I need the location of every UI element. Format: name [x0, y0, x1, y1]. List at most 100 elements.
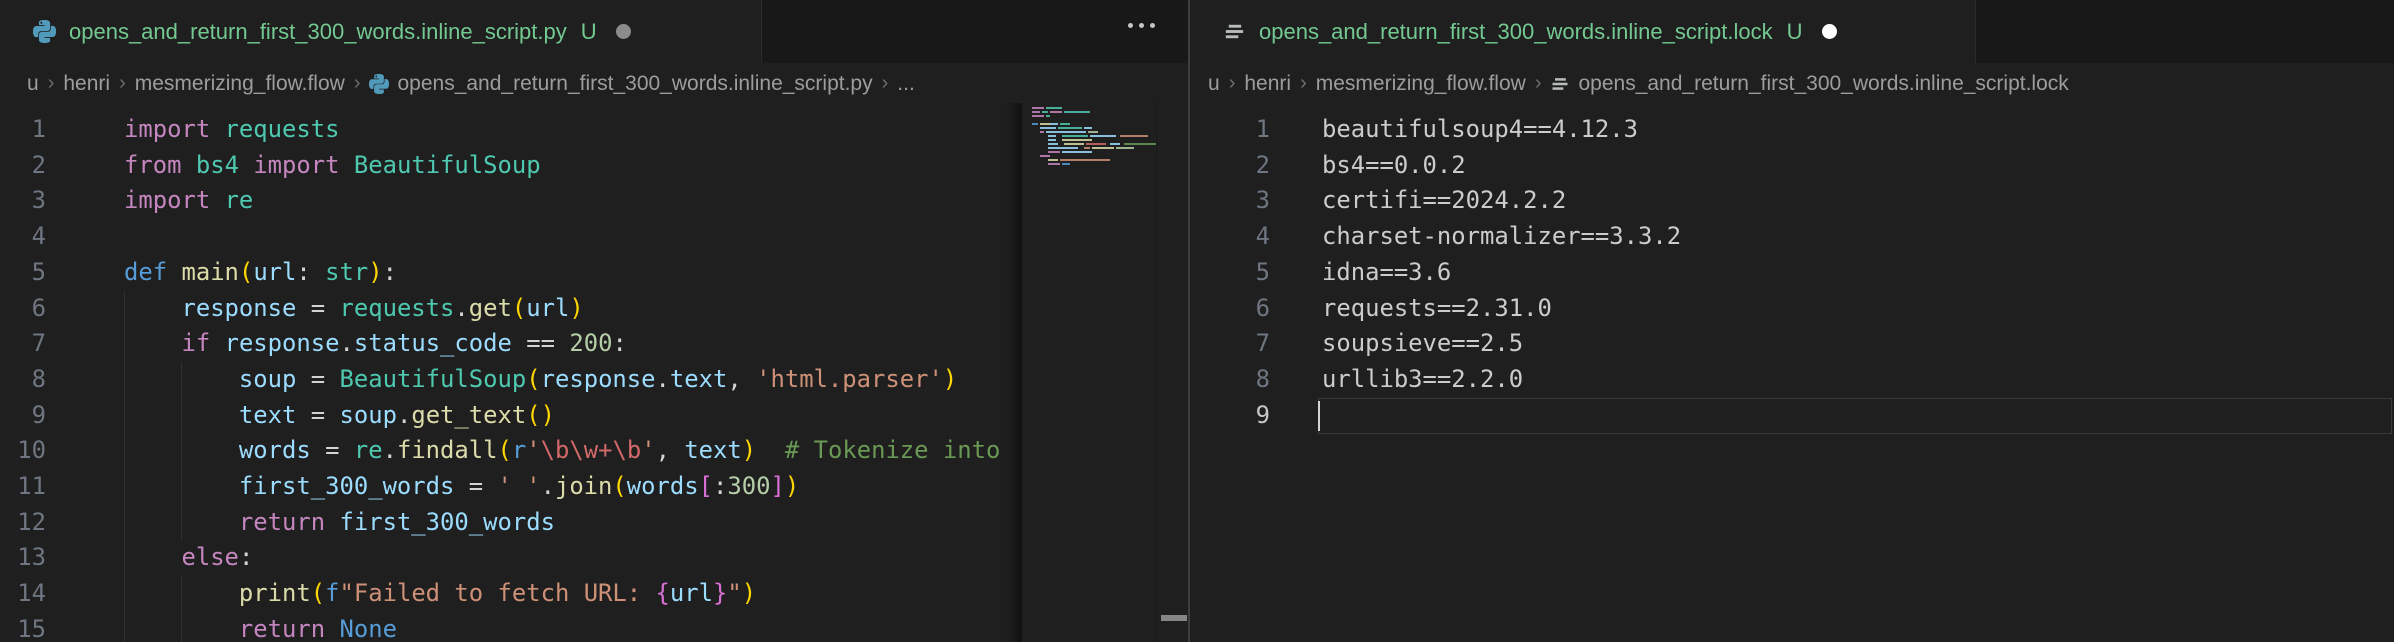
minimap-line: [1032, 123, 1156, 125]
code-line[interactable]: charset-normalizer==3.3.2: [1322, 219, 1681, 255]
code-line[interactable]: def main(url: str):: [124, 255, 1012, 291]
line-number[interactable]: 5: [1190, 255, 1270, 291]
line-number[interactable]: 3: [1190, 183, 1270, 219]
breadcrumb-item[interactable]: opens_and_return_first_300_words.inline_…: [1550, 72, 2068, 96]
code-line[interactable]: words = re.findall(r'\b\w+\b', text) # T…: [124, 433, 1012, 469]
line-number[interactable]: 15: [0, 612, 46, 642]
tab-bar-left: opens_and_return_first_300_words.inline_…: [0, 0, 1188, 63]
tab-bar-right: opens_and_return_first_300_words.inline_…: [1190, 0, 2394, 63]
minimap-shadow: [1006, 103, 1022, 642]
line-number[interactable]: 4: [1190, 219, 1270, 255]
code-line[interactable]: beautifulsoup4==4.12.3: [1322, 112, 1638, 148]
tab-label: opens_and_return_first_300_words.inline_…: [69, 19, 567, 45]
tab-python-file[interactable]: opens_and_return_first_300_words.inline_…: [0, 0, 762, 63]
code-line[interactable]: if response.status_code == 200:: [124, 326, 1012, 362]
line-number[interactable]: 13: [0, 540, 46, 576]
line-number[interactable]: 6: [0, 291, 46, 327]
minimap-line: [1032, 107, 1156, 109]
list-icon: [1550, 74, 1570, 94]
minimap-line: [1032, 131, 1156, 133]
breadcrumb-item[interactable]: mesmerizing_flow.flow: [1316, 72, 1526, 96]
code-line[interactable]: return first_300_words: [124, 505, 1012, 541]
code-line[interactable]: print(f"Failed to fetch URL: {url}"): [124, 576, 1012, 612]
line-number[interactable]: 14: [0, 576, 46, 612]
code-line[interactable]: import requests: [124, 112, 1012, 148]
line-number[interactable]: 10: [0, 433, 46, 469]
git-status-badge: U: [581, 19, 597, 45]
chevron-right-icon: ›: [48, 72, 55, 95]
line-number[interactable]: 11: [0, 469, 46, 505]
chevron-right-icon: ›: [1535, 72, 1542, 95]
minimap-line: [1032, 115, 1156, 117]
code-line[interactable]: bs4==0.0.2: [1322, 148, 1466, 184]
code-line[interactable]: certifi==2024.2.2: [1322, 183, 1566, 219]
minimap-line: [1032, 135, 1156, 137]
code-line[interactable]: import re: [124, 183, 1012, 219]
minimap-line: [1032, 143, 1156, 145]
chevron-right-icon: ›: [354, 72, 361, 95]
chevron-right-icon: ›: [119, 72, 126, 95]
python-icon: [33, 20, 56, 43]
editor-pane-right: opens_and_return_first_300_words.inline_…: [1190, 0, 2394, 642]
minimap-line: [1032, 159, 1156, 161]
code-line[interactable]: soupsieve==2.5: [1322, 326, 1523, 362]
minimap-line: [1032, 147, 1156, 149]
breadcrumb: u›henri›mesmerizing_flow.flow› opens_and…: [1208, 63, 2388, 104]
minimap-line: [1032, 111, 1156, 113]
modified-dot-icon[interactable]: [1822, 24, 1837, 39]
line-number[interactable]: 5: [0, 255, 46, 291]
code-line[interactable]: return None: [124, 612, 1012, 642]
breadcrumb: u › henri › mesmerizing_flow.flow › opens_and_…: [27, 63, 1177, 104]
minimap-line: [1032, 119, 1156, 121]
chevron-right-icon: ›: [1229, 72, 1236, 95]
breadcrumb-item[interactable]: henri: [1244, 72, 1291, 96]
code-line[interactable]: else:: [124, 540, 1012, 576]
code-line[interactable]: urllib3==2.2.0: [1322, 362, 1523, 398]
code-line[interactable]: [124, 219, 1012, 255]
modified-dot-icon[interactable]: [616, 24, 631, 39]
editor-pane-left: opens_and_return_first_300_words.inline_…: [0, 0, 1188, 642]
list-icon: [1223, 20, 1246, 43]
code-line[interactable]: text = soup.get_text(): [124, 398, 1012, 434]
line-number[interactable]: 8: [1190, 362, 1270, 398]
line-number[interactable]: 1: [1190, 112, 1270, 148]
line-number[interactable]: 2: [0, 148, 46, 184]
editor-actions-ellipsis-icon[interactable]: [1128, 23, 1155, 28]
code-editor-lock[interactable]: 1 beautifulsoup4==4.12.3 2 bs4==0.0.2 3 certi…: [1190, 103, 2394, 642]
git-status-badge: U: [1787, 19, 1803, 45]
scrollbar-track[interactable]: [1156, 103, 1188, 642]
line-number[interactable]: 1: [0, 112, 46, 148]
line-number[interactable]: 12: [0, 505, 46, 541]
breadcrumb-item[interactable]: u: [27, 72, 39, 96]
line-number[interactable]: 9: [1190, 398, 1270, 434]
line-number[interactable]: 8: [0, 362, 46, 398]
breadcrumb-item[interactable]: opens_and_return_first_300_words.inline_…: [369, 72, 872, 96]
breadcrumb-item[interactable]: henri: [63, 72, 110, 96]
vscode-editor-area: opens_and_return_first_300_words.inline_…: [0, 0, 2394, 642]
line-number[interactable]: 7: [0, 326, 46, 362]
line-number[interactable]: 2: [1190, 148, 1270, 184]
minimap[interactable]: [1022, 103, 1156, 642]
scrollbar-thumb[interactable]: [1161, 615, 1187, 621]
current-line-highlight: [1318, 398, 2392, 434]
tab-lock-file[interactable]: opens_and_return_first_300_words.inline_…: [1190, 0, 1976, 63]
breadcrumb-item[interactable]: u: [1208, 72, 1220, 96]
line-number[interactable]: 4: [0, 219, 46, 255]
line-number[interactable]: 7: [1190, 326, 1270, 362]
line-number[interactable]: 3: [0, 183, 46, 219]
minimap-line: [1032, 127, 1156, 129]
line-number[interactable]: 9: [0, 398, 46, 434]
chevron-right-icon: ›: [882, 72, 889, 95]
minimap-line: [1032, 155, 1156, 157]
minimap-line: [1032, 151, 1156, 153]
line-number[interactable]: 6: [1190, 291, 1270, 327]
code-line[interactable]: response = requests.get(url): [124, 291, 1012, 327]
code-line[interactable]: soup = BeautifulSoup(response.text, 'htm…: [124, 362, 1012, 398]
code-line[interactable]: first_300_words = ' '.join(words[:300]): [124, 469, 1012, 505]
tab-label: opens_and_return_first_300_words.inline_…: [1259, 19, 1773, 45]
code-line[interactable]: idna==3.6: [1322, 255, 1451, 291]
breadcrumb-item[interactable]: mesmerizing_flow.flow: [135, 72, 345, 96]
code-line[interactable]: from bs4 import BeautifulSoup: [124, 148, 1012, 184]
code-line[interactable]: requests==2.31.0: [1322, 291, 1552, 327]
breadcrumb-item[interactable]: ...: [897, 72, 915, 96]
